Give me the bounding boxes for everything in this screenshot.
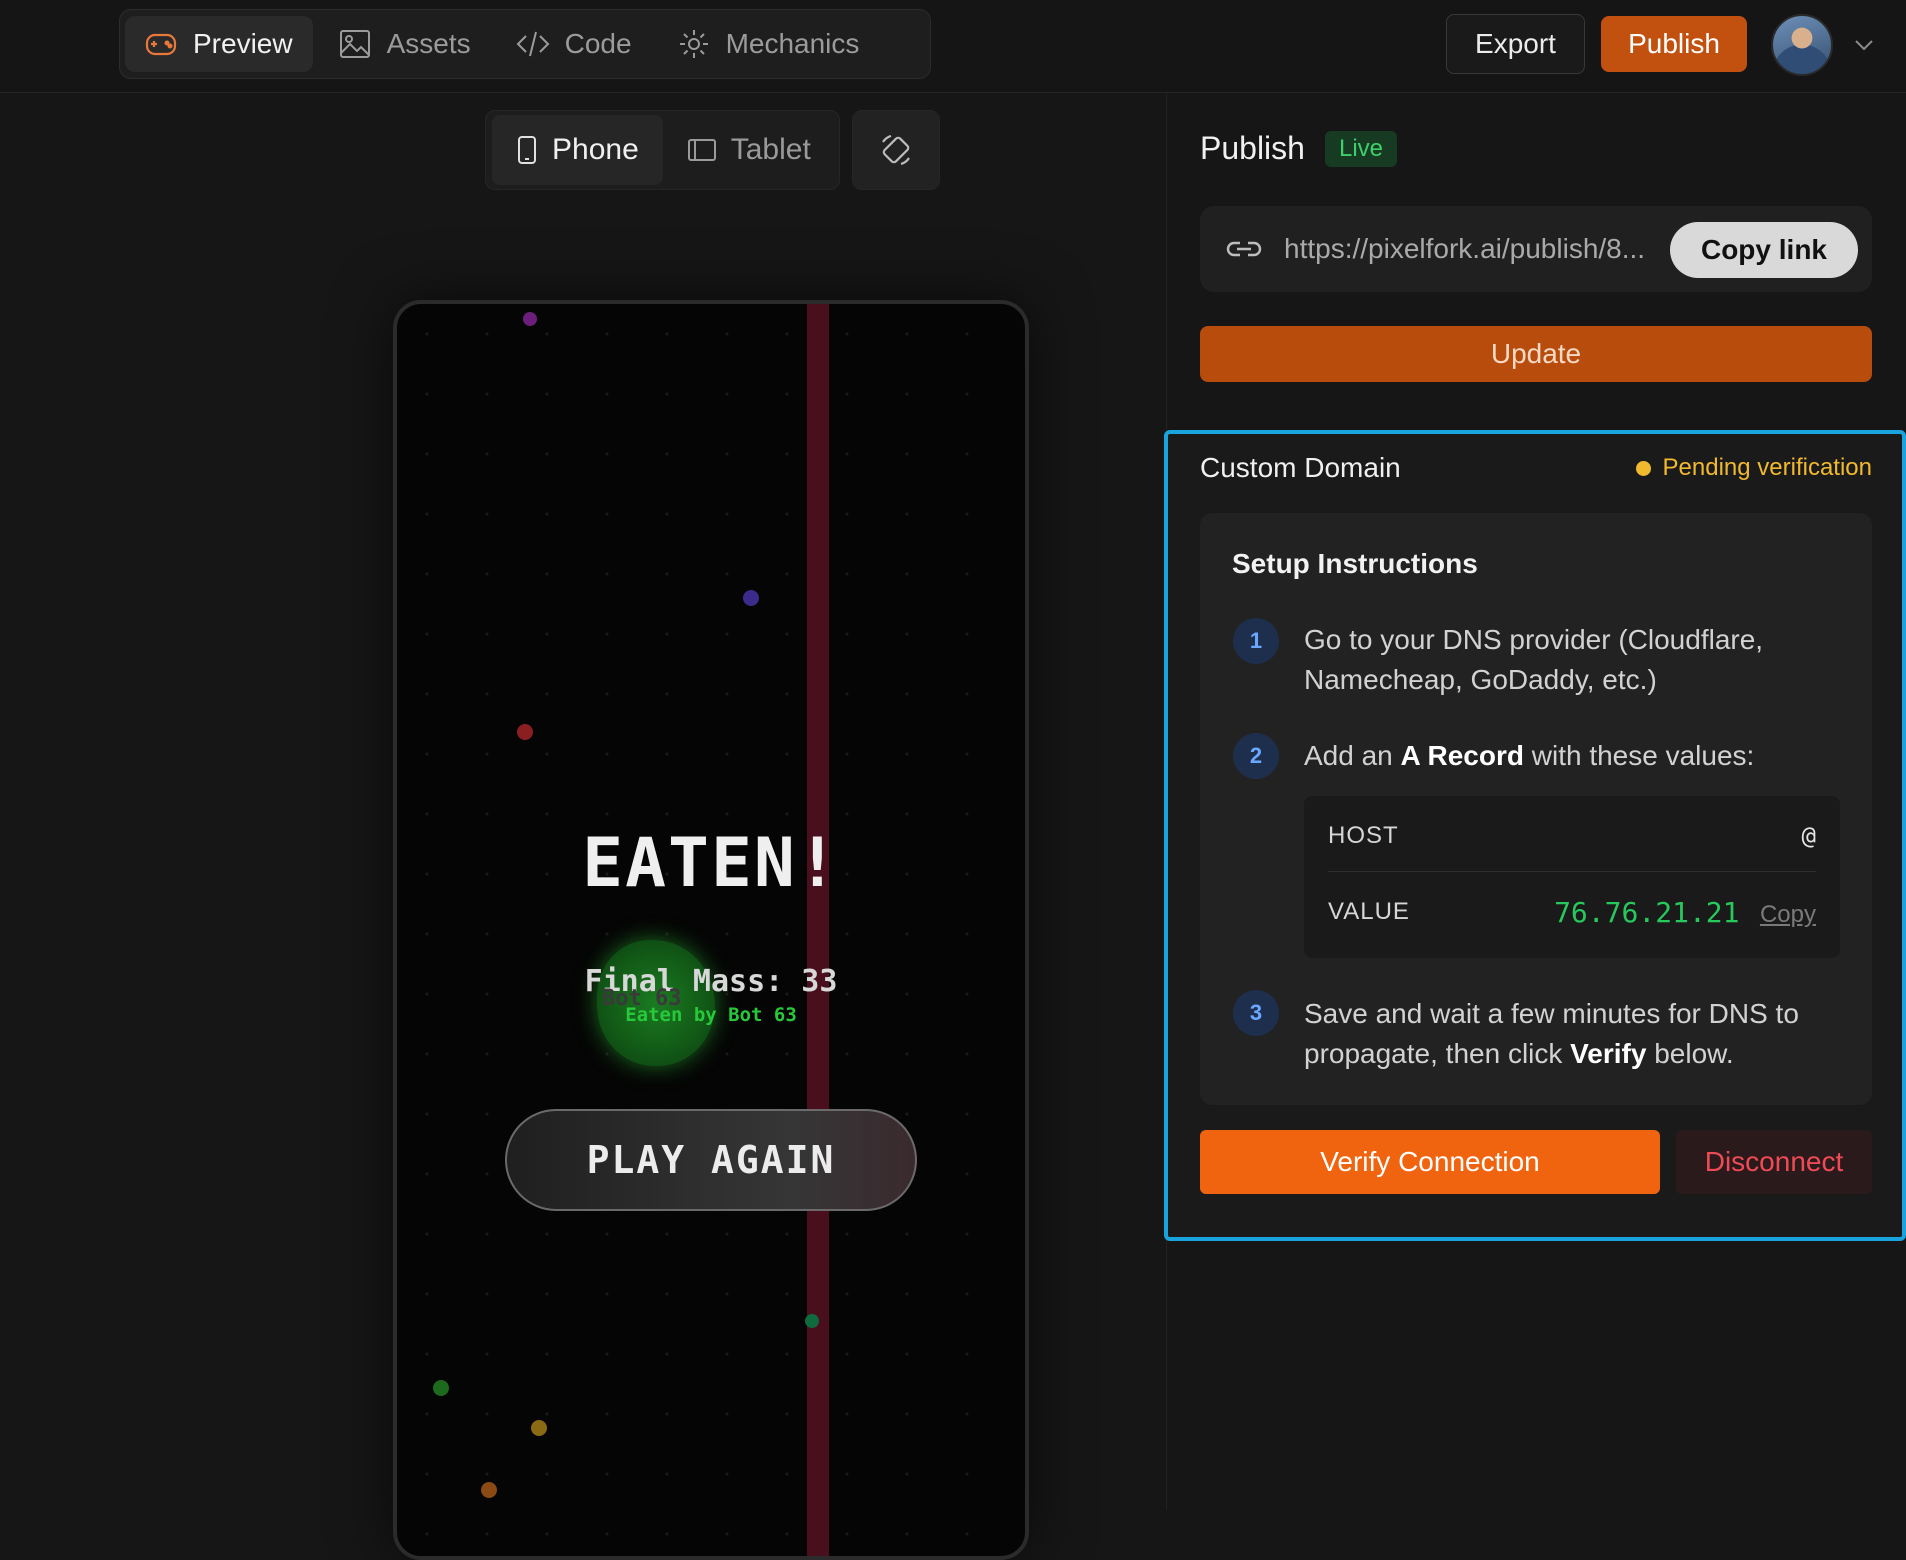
food-pellet xyxy=(481,1482,497,1498)
setup-instructions-title: Setup Instructions xyxy=(1232,548,1478,579)
tab-label: Code xyxy=(564,28,632,59)
publish-url[interactable]: https://pixelfork.ai/publish/8... xyxy=(1284,233,1666,265)
phone-preview[interactable]: EATEN! Final Mass: 33 Bot 63 Eaten by Bo… xyxy=(393,300,1029,1560)
gear-icon xyxy=(679,30,708,58)
record-value: @ xyxy=(1801,821,1816,850)
tab-label: Assets xyxy=(386,28,471,59)
food-pellet xyxy=(433,1380,449,1396)
disconnect-button[interactable]: Disconnect xyxy=(1676,1130,1872,1194)
copy-value-link[interactable]: Copy xyxy=(1760,901,1816,928)
avatar[interactable] xyxy=(1771,14,1833,76)
rotate-button[interactable] xyxy=(852,110,940,190)
image-icon xyxy=(339,30,370,58)
copy-link-button[interactable]: Copy link xyxy=(1670,222,1858,278)
publish-button[interactable]: Publish xyxy=(1601,16,1747,72)
record-key: VALUE xyxy=(1328,898,1410,925)
record-row-value: VALUE 76.76.21.21 Copy xyxy=(1328,876,1816,948)
food-pellet xyxy=(743,590,759,606)
step-text: Save and wait a few minutes for DNS to p… xyxy=(1304,994,1844,1074)
game-boundary xyxy=(807,304,829,1556)
phone-icon xyxy=(518,136,536,164)
tab-mechanics[interactable]: Mechanics xyxy=(658,16,880,72)
record-value-group: 76.76.21.21 Copy xyxy=(1554,896,1816,929)
tab-assets[interactable]: Assets xyxy=(319,16,491,72)
tab-label: Mechanics xyxy=(725,28,860,59)
step-text-part: below. xyxy=(1646,1038,1734,1069)
record-value: 76.76.21.21 xyxy=(1554,895,1740,929)
step-text: Go to your DNS provider (Cloudflare, Nam… xyxy=(1304,624,1764,695)
status-badge: Live xyxy=(1325,131,1398,167)
tablet-icon xyxy=(687,139,716,161)
step-text: Add an A Record with these values: xyxy=(1304,736,1844,776)
step-number: 3 xyxy=(1233,990,1279,1036)
step-text-part: Add an xyxy=(1304,740,1401,771)
step-text-bold: Verify xyxy=(1570,1038,1647,1069)
final-mass: Final Mass: 33 xyxy=(584,964,838,999)
chevron-down-icon[interactable] xyxy=(1851,32,1877,58)
record-key: HOST xyxy=(1328,821,1399,849)
step-number: 2 xyxy=(1233,733,1279,779)
publish-url-field: https://pixelfork.ai/publish/8... Copy l… xyxy=(1200,206,1872,292)
tab-preview[interactable]: Preview xyxy=(125,16,313,72)
food-pellet xyxy=(805,1314,819,1328)
dns-record: HOST @ VALUE 76.76.21.21 Copy xyxy=(1304,796,1840,958)
link-icon xyxy=(1226,241,1262,257)
domain-status-text: Pending verification xyxy=(1662,454,1872,481)
game-over-title: EATEN! xyxy=(582,824,840,903)
food-pellet xyxy=(517,724,533,740)
tab-code[interactable]: Code xyxy=(497,16,652,72)
domain-status: Pending verification xyxy=(1635,454,1872,482)
step-text-part: with these values: xyxy=(1523,740,1755,771)
export-button[interactable]: Export xyxy=(1446,14,1585,74)
update-button[interactable]: Update xyxy=(1200,326,1872,382)
gamepad-icon xyxy=(145,33,177,56)
record-row-host: HOST @ xyxy=(1328,800,1816,872)
custom-domain-title: Custom Domain xyxy=(1200,452,1401,483)
device-label: Tablet xyxy=(730,133,811,166)
verify-connection-button[interactable]: Verify Connection xyxy=(1200,1130,1660,1194)
game-background xyxy=(397,304,1025,1556)
food-pellet xyxy=(523,312,537,326)
play-again-button[interactable]: PLAY AGAIN xyxy=(505,1109,917,1211)
step-text-bold: A Record xyxy=(1400,740,1524,771)
food-pellet xyxy=(531,1420,547,1436)
device-label: Phone xyxy=(552,133,639,166)
device-tablet[interactable]: Tablet xyxy=(663,115,835,185)
code-icon xyxy=(516,31,550,57)
device-phone[interactable]: Phone xyxy=(492,115,663,185)
main-tabs: Preview Assets Code Mechanics xyxy=(119,9,931,79)
step-number: 1 xyxy=(1233,618,1279,664)
device-switcher: Phone Tablet xyxy=(485,110,840,190)
tab-label: Preview xyxy=(193,28,293,59)
publish-title: Publish xyxy=(1200,130,1305,166)
rotate-icon xyxy=(882,134,910,166)
eaten-by: Eaten by Bot 63 xyxy=(625,1004,797,1026)
status-dot-icon xyxy=(1635,460,1651,476)
